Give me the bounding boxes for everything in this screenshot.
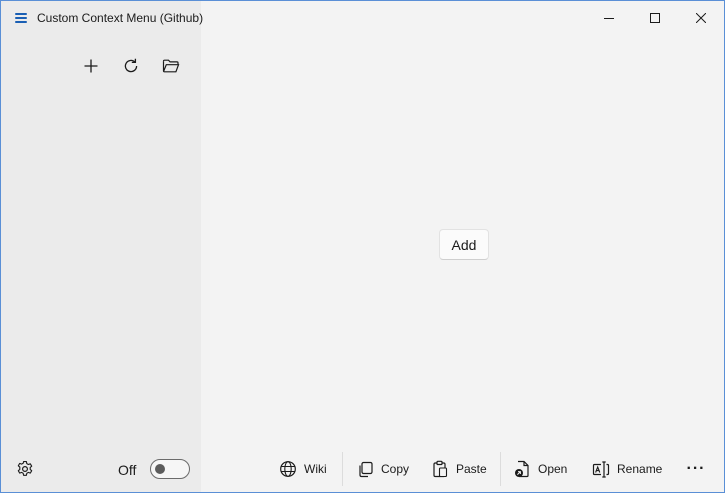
window-title: Custom Context Menu (Github) (37, 11, 204, 25)
more-options-button[interactable]: ··· (682, 453, 710, 485)
open-file-icon (515, 460, 529, 478)
maximize-icon (650, 13, 660, 23)
wiki-label: Wiki (304, 462, 327, 476)
refresh-icon (124, 58, 138, 73)
minimize-button[interactable] (586, 1, 632, 35)
rename-button[interactable]: Rename (592, 453, 662, 485)
wiki-button[interactable]: Wiki (279, 453, 327, 485)
toggle-state-label: Off (118, 462, 137, 478)
command-separator (342, 452, 343, 486)
hamburger-menu-icon[interactable] (15, 13, 27, 23)
maximize-button[interactable] (632, 1, 678, 35)
paste-icon (433, 460, 448, 478)
copy-icon (359, 461, 373, 477)
paste-label: Paste (456, 462, 487, 476)
open-label: Open (538, 462, 568, 476)
app-window: Off Custom Context Menu (Github) Add Wik… (0, 0, 725, 493)
add-item-button[interactable] (78, 53, 104, 79)
minimize-icon (604, 18, 614, 19)
title-bar: Custom Context Menu (Github) (1, 1, 724, 35)
rename-label: Rename (617, 462, 663, 476)
rename-icon (592, 460, 610, 478)
close-icon (696, 13, 706, 23)
globe-icon (280, 461, 296, 477)
add-button[interactable]: Add (439, 229, 489, 260)
plus-icon (84, 59, 98, 73)
sidebar-toolbar (1, 53, 201, 79)
close-button[interactable] (678, 1, 724, 35)
gear-icon (17, 461, 33, 476)
settings-button[interactable] (15, 459, 35, 479)
sidebar: Off (1, 1, 201, 492)
refresh-button[interactable] (118, 53, 144, 79)
open-button[interactable]: Open (514, 453, 567, 485)
folder-icon (162, 59, 180, 73)
copy-button[interactable]: Copy (357, 453, 409, 485)
main-content (201, 35, 724, 492)
paste-button[interactable]: Paste (432, 453, 487, 485)
toggle-knob (155, 464, 165, 474)
copy-label: Copy (381, 462, 410, 476)
command-separator (500, 452, 501, 486)
enable-toggle[interactable] (150, 459, 190, 479)
open-folder-button[interactable] (158, 53, 184, 79)
